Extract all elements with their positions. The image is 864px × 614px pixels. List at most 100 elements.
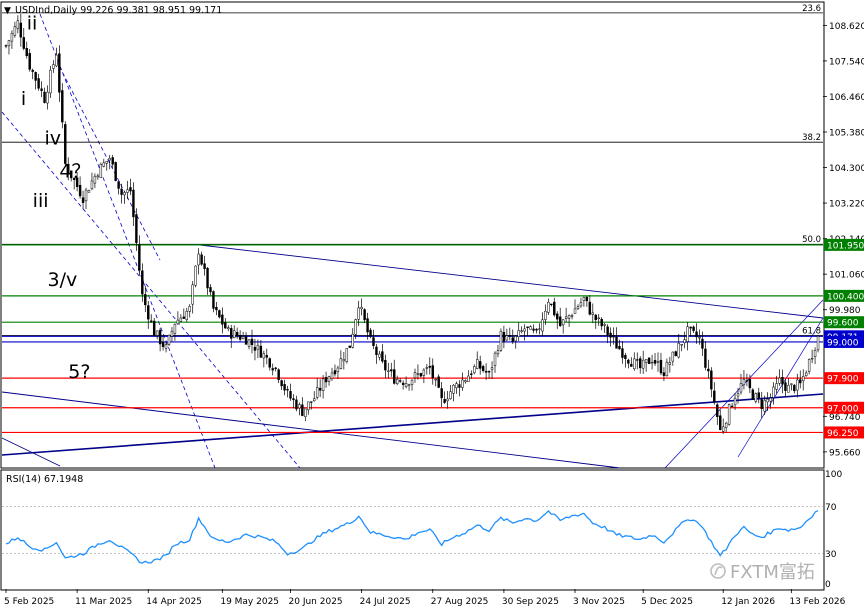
candle-body [238,335,242,340]
candle-body [813,350,817,357]
candle-body [292,398,295,401]
candle-body [627,359,630,364]
candle-body [102,162,106,167]
level-tag-label: 101.950 [827,241,864,251]
time-tick-label: 12 Jan 2026 [721,597,775,607]
candle-body [739,383,743,393]
candle-body [508,335,512,337]
candle-body [615,336,618,349]
candle-body [778,377,781,384]
candle-body [348,345,351,348]
candle-body [730,405,734,408]
candle-body [760,399,763,409]
wave-label: 5? [68,361,90,383]
candle-body [751,389,755,400]
candle-body [591,312,595,315]
candle-body [398,380,402,382]
candle-body [810,357,814,360]
candle-body [662,372,666,376]
time-tick-label: 3 Nov 2025 [573,597,625,607]
candle-body [16,20,20,29]
candle-body [668,362,672,365]
candle-body [387,370,390,372]
candle-body [585,296,589,302]
candle-body [185,311,188,320]
candle-body [757,392,760,399]
rsi-tick-label: 30 [825,550,837,560]
candle-body [721,426,725,432]
candle-body [31,69,34,72]
price-tick-label: 108.620 [829,22,864,32]
candle-body [295,399,298,410]
candle-body [496,350,500,355]
candle-body [84,189,88,202]
candle-body [529,326,532,330]
candle-body [624,354,627,359]
candle-body [742,379,746,386]
candle-body [345,348,349,363]
candle-body [197,253,200,266]
candle-body [182,316,186,319]
candle-body [502,331,506,342]
candle-body [52,64,55,69]
candle-body [333,370,337,375]
candle-body [342,359,346,362]
candle-body [123,192,126,196]
candle-body [203,263,206,269]
candle-body [327,376,331,382]
candle-body [476,359,479,369]
candle-body [609,332,612,338]
candle-body [173,323,177,334]
candle-body [582,297,586,301]
candle-body [351,333,354,348]
candle-body [64,124,67,164]
candle-body [437,376,440,388]
candle-body [775,383,778,390]
price-tick-label: 99.980 [829,306,861,316]
candle-body [78,184,82,197]
candle-body [363,309,366,321]
candle-body [96,175,100,178]
candle-body [816,336,820,351]
candle-body [446,398,449,402]
candle-body [639,358,642,369]
candle-body [227,327,230,330]
candle-body [381,351,384,362]
candle-body [61,90,64,123]
candle-body [93,175,97,184]
price-tick-label: 104.300 [829,164,864,174]
candle-body [736,393,740,397]
candle-body [247,339,251,347]
candle-body [310,401,313,403]
candle-body [612,335,615,338]
candle-body [253,346,257,351]
candle-body [283,384,286,391]
candle-body [209,287,212,293]
candle-body [455,383,458,389]
candle-body [781,377,784,385]
candle-body [241,336,245,339]
candle-body [659,359,663,374]
candle-body [360,306,363,310]
candle-body [641,359,645,369]
rsi-tick-label: 70 [825,503,837,513]
candle-body [419,373,423,377]
candle-body [422,369,426,376]
candle-body [55,54,58,67]
level-tag-label: 99.000 [827,338,859,348]
candle-body [727,404,731,425]
candle-body [523,328,526,332]
candle-body [224,322,227,329]
candle-body [395,379,399,384]
price-tick-label: 106.460 [829,93,864,103]
candle-body [410,379,414,385]
candle-body [686,326,689,342]
candle-body [603,324,606,326]
candle-body [561,319,565,326]
candle-body [321,378,325,391]
price-tick-label: 96.740 [829,413,861,423]
candle-body [784,382,787,391]
wave-label: 4？ [59,160,90,182]
time-tick-label: 19 May 2025 [220,597,279,607]
wave-label: 3/v [47,269,77,291]
